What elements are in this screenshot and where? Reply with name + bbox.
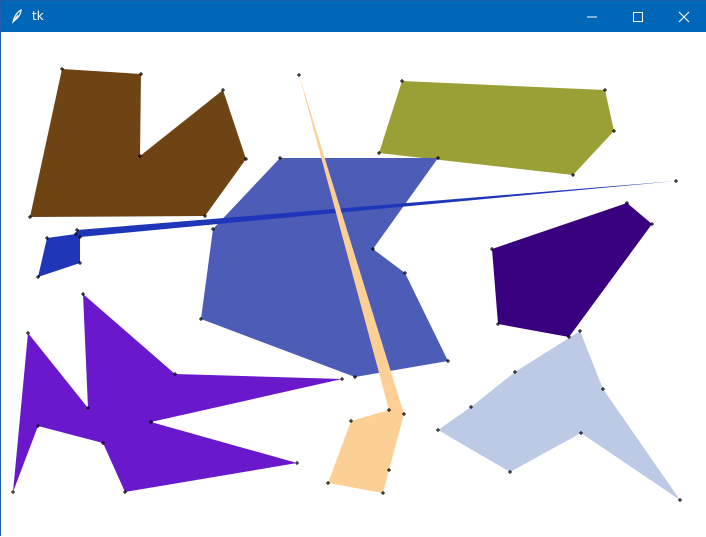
title-bar[interactable]: tk [1,1,706,32]
maximize-button[interactable] [615,1,661,32]
close-button[interactable] [661,1,706,32]
indigo-polygon [492,203,652,337]
shapes-layer [11,67,682,502]
minimize-button[interactable] [569,1,615,32]
drawing-canvas[interactable] [1,32,706,537]
close-icon [678,11,690,22]
app-window: tk [0,0,706,537]
minimize-icon [587,16,597,17]
window-title: tk [32,9,44,23]
brown-polygon [30,69,246,217]
feather-icon [9,8,25,24]
slate-blue-polygon [201,158,448,377]
light-steel-blue-polygon [438,331,680,500]
maximize-icon [633,11,643,22]
